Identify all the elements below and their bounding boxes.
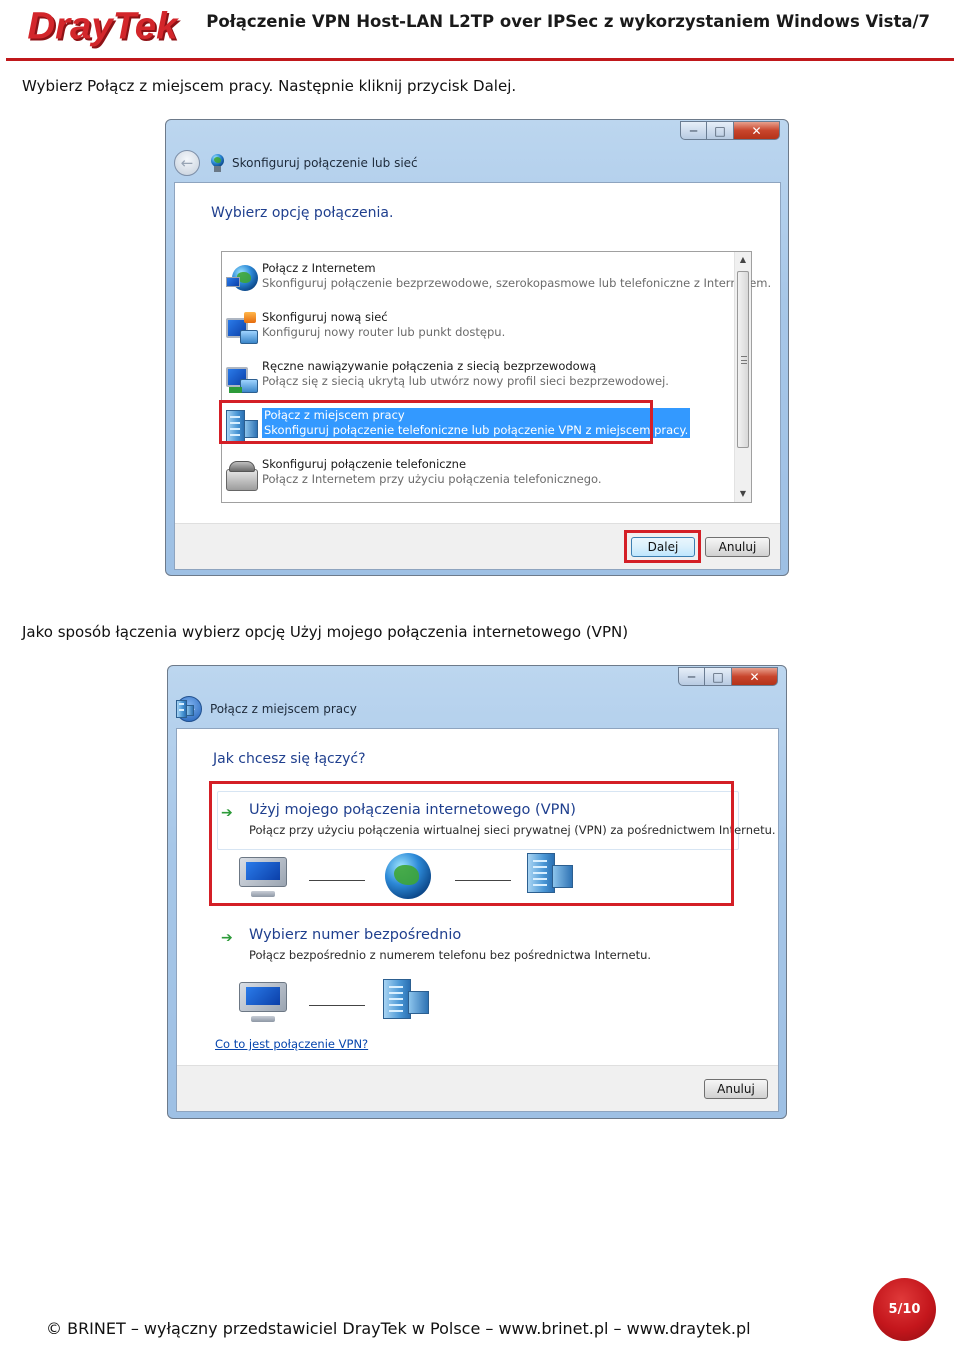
option-description: Skonfiguruj połączenie bezprzewodowe, sz… (262, 276, 772, 290)
dialog-heading: Wybierz opcję połączenia. (211, 205, 394, 221)
computer-icon (239, 982, 287, 1022)
highlight-box-next (624, 530, 701, 563)
wireless-network-icon (226, 361, 258, 393)
maximize-button[interactable]: □ (705, 667, 732, 686)
header-divider (6, 58, 954, 61)
new-network-icon (226, 312, 258, 344)
list-item-manual-wireless[interactable]: Ręczne nawiązywanie połączenia z siecią … (224, 355, 733, 399)
dialog-content: Wybierz opcję połączenia. Połącz z Inter… (174, 182, 781, 570)
page-title: Połączenie VPN Host-LAN L2TP over IPSec … (206, 12, 930, 31)
svg-text:DrayTek: DrayTek (27, 4, 179, 47)
workplace-icon (176, 700, 194, 718)
nav-title: Skonfiguruj połączenie lub sieć (232, 156, 418, 170)
highlight-box-workplace (219, 400, 653, 444)
cancel-button[interactable]: Anuluj (704, 1079, 768, 1099)
option-description: Połącz bezpośrednio z numerem telefonu b… (249, 948, 652, 962)
list-item-connect-internet[interactable]: Połącz z Internetem Skonfiguruj połączen… (224, 257, 771, 301)
close-button[interactable]: ✕ (734, 121, 780, 140)
setup-connection-dialog: ─ □ ✕ ← Skonfiguruj połączenie lub sieć … (165, 119, 789, 576)
option-title: Skonfiguruj połączenie telefoniczne (262, 457, 467, 471)
close-button[interactable]: ✕ (732, 667, 778, 686)
highlight-box-vpn (209, 781, 734, 906)
minimize-button[interactable]: ─ (678, 667, 705, 686)
option-title: Połącz z Internetem (262, 261, 376, 275)
green-arrow-icon: ➔ (221, 930, 233, 946)
phone-icon (226, 459, 258, 491)
list-item-new-network[interactable]: Skonfiguruj nową sieć Konfiguruj nowy ro… (224, 306, 733, 350)
option-title: Wybierz numer bezpośrednio (249, 927, 462, 943)
minimize-button[interactable]: ─ (680, 121, 707, 140)
navigation-bar: ← Skonfiguruj połączenie lub sieć (174, 145, 780, 181)
workplace-network-icon (383, 979, 429, 1019)
option-description: Połącz z Internetem przy użyciu połączen… (262, 472, 602, 486)
scroll-down-icon[interactable]: ▼ (735, 486, 751, 502)
page-number-badge: 5/10 (873, 1278, 936, 1341)
maximize-button[interactable]: □ (707, 121, 734, 140)
connection-line (309, 1005, 365, 1006)
instruction-2: Jako sposób łączenia wybierz opcję Użyj … (22, 623, 629, 641)
navigation-bar: ← Połącz z miejscem pracy (176, 691, 778, 727)
cancel-button[interactable]: Anuluj (705, 537, 770, 557)
what-is-vpn-link[interactable]: Co to jest połączenie VPN? (215, 1037, 368, 1051)
vertical-scrollbar[interactable]: ▲ ▼ (734, 252, 751, 502)
option-title: Skonfiguruj nową sieć (262, 310, 388, 324)
instruction-1: Wybierz Połącz z miejscem pracy. Następn… (22, 77, 517, 95)
nav-title: Połącz z miejscem pracy (210, 702, 357, 716)
option-description: Konfiguruj nowy router lub punkt dostępu… (262, 325, 506, 339)
list-item-dialup[interactable]: Skonfiguruj połączenie telefoniczne Połą… (224, 453, 733, 497)
back-arrow-icon[interactable]: ← (174, 150, 200, 176)
caption-buttons: ─ □ ✕ (680, 121, 780, 140)
dialog-footer: Anuluj (177, 1065, 778, 1111)
copyright-footer: © BRINET – wyłączny przedstawiciel DrayT… (46, 1319, 751, 1338)
option-title: Ręczne nawiązywanie połączenia z siecią … (262, 359, 597, 373)
scroll-thumb[interactable] (737, 271, 749, 448)
connection-options-list: Połącz z Internetem Skonfiguruj połączen… (221, 251, 771, 503)
caption-buttons: ─ □ ✕ (678, 667, 778, 686)
draytek-logo: DrayTek DrayTek (27, 4, 181, 49)
scroll-up-icon[interactable]: ▲ (735, 252, 751, 268)
globe-network-icon (226, 263, 258, 295)
network-setup-icon (208, 154, 226, 172)
option-description: Połącz się z siecią ukrytą lub utwórz no… (262, 374, 669, 388)
dialog-heading: Jak chcesz się łączyć? (213, 751, 366, 767)
